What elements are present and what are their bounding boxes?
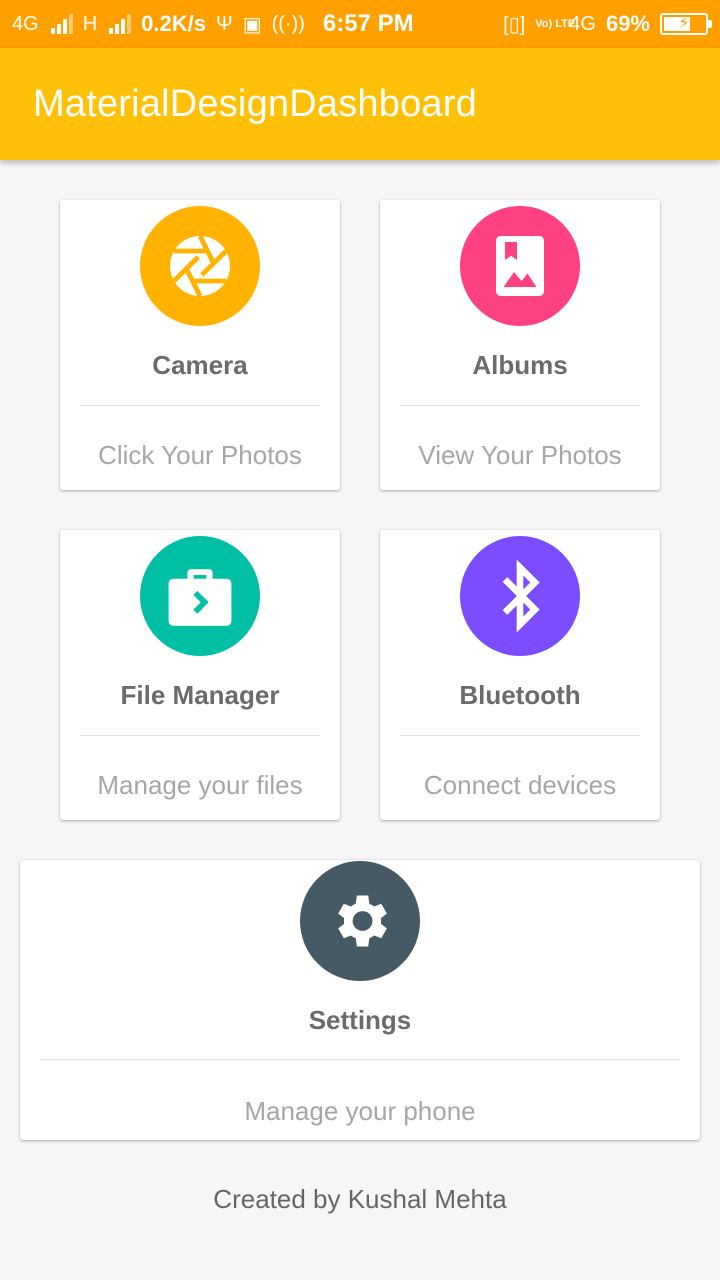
bluetooth-card[interactable]: Bluetooth Connect devices [380, 530, 660, 820]
status-bar-left: 4G H 0.2K/s Ψ ▣ ((·)) 6:57 PM [12, 10, 414, 38]
settings-card[interactable]: Settings Manage your phone [20, 860, 700, 1140]
divider [80, 735, 320, 736]
footer-credit: Created by Kushal Mehta [213, 1184, 507, 1214]
app-title: MaterialDesignDashboard [33, 82, 477, 125]
app-bar: MaterialDesignDashboard [0, 48, 720, 160]
albums-subtitle: View Your Photos [418, 440, 622, 470]
bluetooth-subtitle: Connect devices [423, 770, 617, 800]
vpn-key-icon: ▣ [242, 13, 262, 36]
network-type-3: 4G [569, 12, 596, 35]
battery-percent: 69% [605, 11, 650, 36]
usb-icon: Ψ [215, 12, 233, 35]
divider [80, 405, 320, 406]
briefcase-icon [140, 536, 260, 656]
signal-icon-2 [109, 14, 132, 34]
divider [40, 1059, 680, 1060]
hotspot-icon: ((·)) [271, 12, 305, 35]
bluetooth-title: Bluetooth [459, 680, 581, 710]
network-type-1: 4G [12, 12, 39, 35]
bluetooth-icon [460, 536, 580, 656]
signal-icon [50, 14, 73, 34]
status-bar-right: [▯] Vo) LTE 4G 69% ⚡ [503, 11, 712, 37]
file-manager-card[interactable]: File Manager Manage your files [60, 530, 340, 820]
clock: 6:57 PM [322, 10, 414, 37]
divider [400, 405, 640, 406]
vibrate-icon: [▯] [503, 13, 526, 36]
network-type-2: H [82, 12, 98, 35]
photo-album-icon [460, 206, 580, 326]
status-bar: 4G H 0.2K/s Ψ ▣ ((·)) 6:57 PM [▯] Vo) LT… [0, 0, 720, 48]
camera-subtitle: Click Your Photos [98, 440, 302, 470]
battery-icon: ⚡ [660, 13, 712, 35]
albums-title: Albums [472, 350, 568, 380]
settings-subtitle: Manage your phone [244, 1096, 476, 1126]
file-manager-title: File Manager [120, 680, 280, 710]
file-manager-subtitle: Manage your files [97, 770, 303, 800]
settings-title: Settings [308, 1005, 412, 1035]
gear-icon [300, 861, 420, 981]
camera-aperture-icon [140, 206, 260, 326]
camera-title: Camera [152, 350, 248, 380]
camera-card[interactable]: Camera Click Your Photos [60, 200, 340, 490]
volte-indicator: Vo) LTE [535, 17, 576, 30]
network-speed: 0.2K/s [141, 11, 206, 36]
albums-card[interactable]: Albums View Your Photos [380, 200, 660, 490]
divider [400, 735, 640, 736]
